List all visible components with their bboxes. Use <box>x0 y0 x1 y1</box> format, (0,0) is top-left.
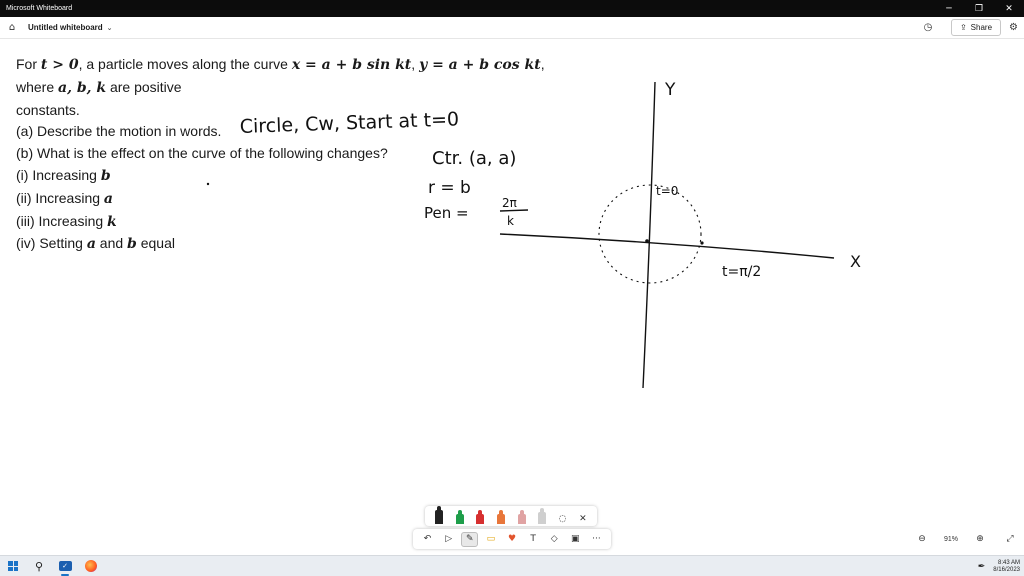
chevron-down-icon: ⌄ <box>106 23 113 32</box>
ink-period-denominator: k <box>507 214 514 228</box>
ink-radius: r = b <box>428 178 471 198</box>
ink-x-axis <box>499 233 835 259</box>
board-title-menu[interactable]: Untitled whiteboard ⌄ <box>28 23 113 32</box>
ink-period-numerator: 2π <box>502 196 517 210</box>
minimize-button[interactable]: ─ <box>934 0 964 17</box>
system-tray: ✒ 8:43 AM 8/16/2023 <box>978 556 1020 576</box>
clock[interactable]: 8:43 AM 8/16/2023 <box>993 560 1020 574</box>
ink-layer[interactable]: Circle, Cw, Start at t=0 Ctr. (a, a) r =… <box>0 40 1024 555</box>
ruler[interactable] <box>538 508 547 524</box>
ink-period-label: Pen = <box>424 204 469 222</box>
start-button[interactable] <box>0 556 26 576</box>
clock-time: 8:43 AM <box>997 559 1020 566</box>
highlighter-orange[interactable] <box>496 510 505 524</box>
reactions-button[interactable]: ♥ <box>503 532 520 547</box>
appbar-actions: ◷ ⇪ Share ⚙ <box>921 19 1018 36</box>
windows-logo-icon <box>8 561 18 571</box>
close-icon[interactable]: ✕ <box>579 514 587 524</box>
whiteboard-logo-icon: ✓ <box>58 561 72 571</box>
eraser[interactable] <box>517 510 526 524</box>
title-bar: Microsoft Whiteboard ─ ❐ ✕ <box>0 0 1024 17</box>
search-icon[interactable]: ⚲ <box>26 556 52 576</box>
templates-button[interactable]: ▣ <box>567 532 584 547</box>
select-tool-button[interactable]: ▷ <box>440 532 457 547</box>
close-button[interactable]: ✕ <box>994 0 1024 17</box>
lasso-icon[interactable]: ◌ <box>559 514 567 524</box>
undo-button[interactable]: ↶ <box>419 532 436 547</box>
board-title: Untitled whiteboard <box>28 23 103 32</box>
shapes-button[interactable]: ◇ <box>546 532 563 547</box>
ink-center: Ctr. (a, a) <box>432 148 516 169</box>
ink-x-axis-label: X <box>850 252 861 271</box>
share-button[interactable]: ⇪ Share <box>950 19 1002 36</box>
settings-gear-icon[interactable]: ⚙ <box>1009 22 1018 33</box>
zoom-in-icon[interactable]: ⊕ <box>972 534 988 544</box>
pen-black[interactable] <box>435 506 444 524</box>
home-icon[interactable]: ⌂ <box>0 17 24 39</box>
pen-menu-icon[interactable]: ✒ <box>978 562 986 572</box>
ink-point-dot <box>700 241 704 245</box>
ink-dot <box>206 182 210 186</box>
inking-tool-button[interactable]: ✎ <box>461 531 479 547</box>
zoom-controls: ⊖ 91% ⊕ ⤢ <box>914 529 1018 549</box>
ink-t0-label: t=0 <box>656 184 678 198</box>
zoom-out-icon[interactable]: ⊖ <box>914 534 930 544</box>
sticky-note-button[interactable]: ▭ <box>482 532 499 547</box>
taskbar: ⚲ ✓ ✒ 8:43 AM 8/16/2023 <box>0 555 1024 576</box>
pen-red[interactable] <box>476 510 485 524</box>
firefox-app-icon[interactable] <box>78 556 104 576</box>
firefox-logo-icon <box>85 560 97 572</box>
app-bar: ⌂ Untitled whiteboard ⌄ ◷ ⇪ Share ⚙ <box>0 17 1024 39</box>
fit-to-screen-icon[interactable]: ⤢ <box>1002 534 1018 544</box>
ink-t-pi-over-2-label: t=π/2 <box>722 264 761 280</box>
ink-fraction-bar <box>499 209 529 212</box>
maximize-button[interactable]: ❐ <box>964 0 994 17</box>
clock-date: 8/16/2023 <box>993 566 1020 573</box>
pen-green[interactable] <box>455 510 464 524</box>
share-label: Share <box>970 23 993 32</box>
whiteboard-canvas[interactable]: For t > 0, a particle moves along the cu… <box>0 40 1024 555</box>
whiteboard-app-icon[interactable]: ✓ <box>52 556 78 576</box>
ink-y-axis <box>642 81 656 389</box>
ink-origin-dot <box>645 239 649 243</box>
ink-y-axis-label: Y <box>664 80 676 100</box>
create-toolbar: ↶ ▷ ✎ ▭ ♥ T ◇ ▣ ··· <box>413 529 611 549</box>
app-title: Microsoft Whiteboard <box>6 5 73 12</box>
zoom-level[interactable]: 91% <box>944 536 958 543</box>
text-tool-button[interactable]: T <box>525 532 542 547</box>
ink-answer-line: Circle, Cw, Start at t=0 <box>239 108 459 138</box>
pen-tray: ◌ ✕ <box>425 506 597 526</box>
timer-icon[interactable]: ◷ <box>921 22 935 33</box>
more-options-button[interactable]: ··· <box>588 532 605 547</box>
share-icon: ⇪ <box>959 23 967 32</box>
